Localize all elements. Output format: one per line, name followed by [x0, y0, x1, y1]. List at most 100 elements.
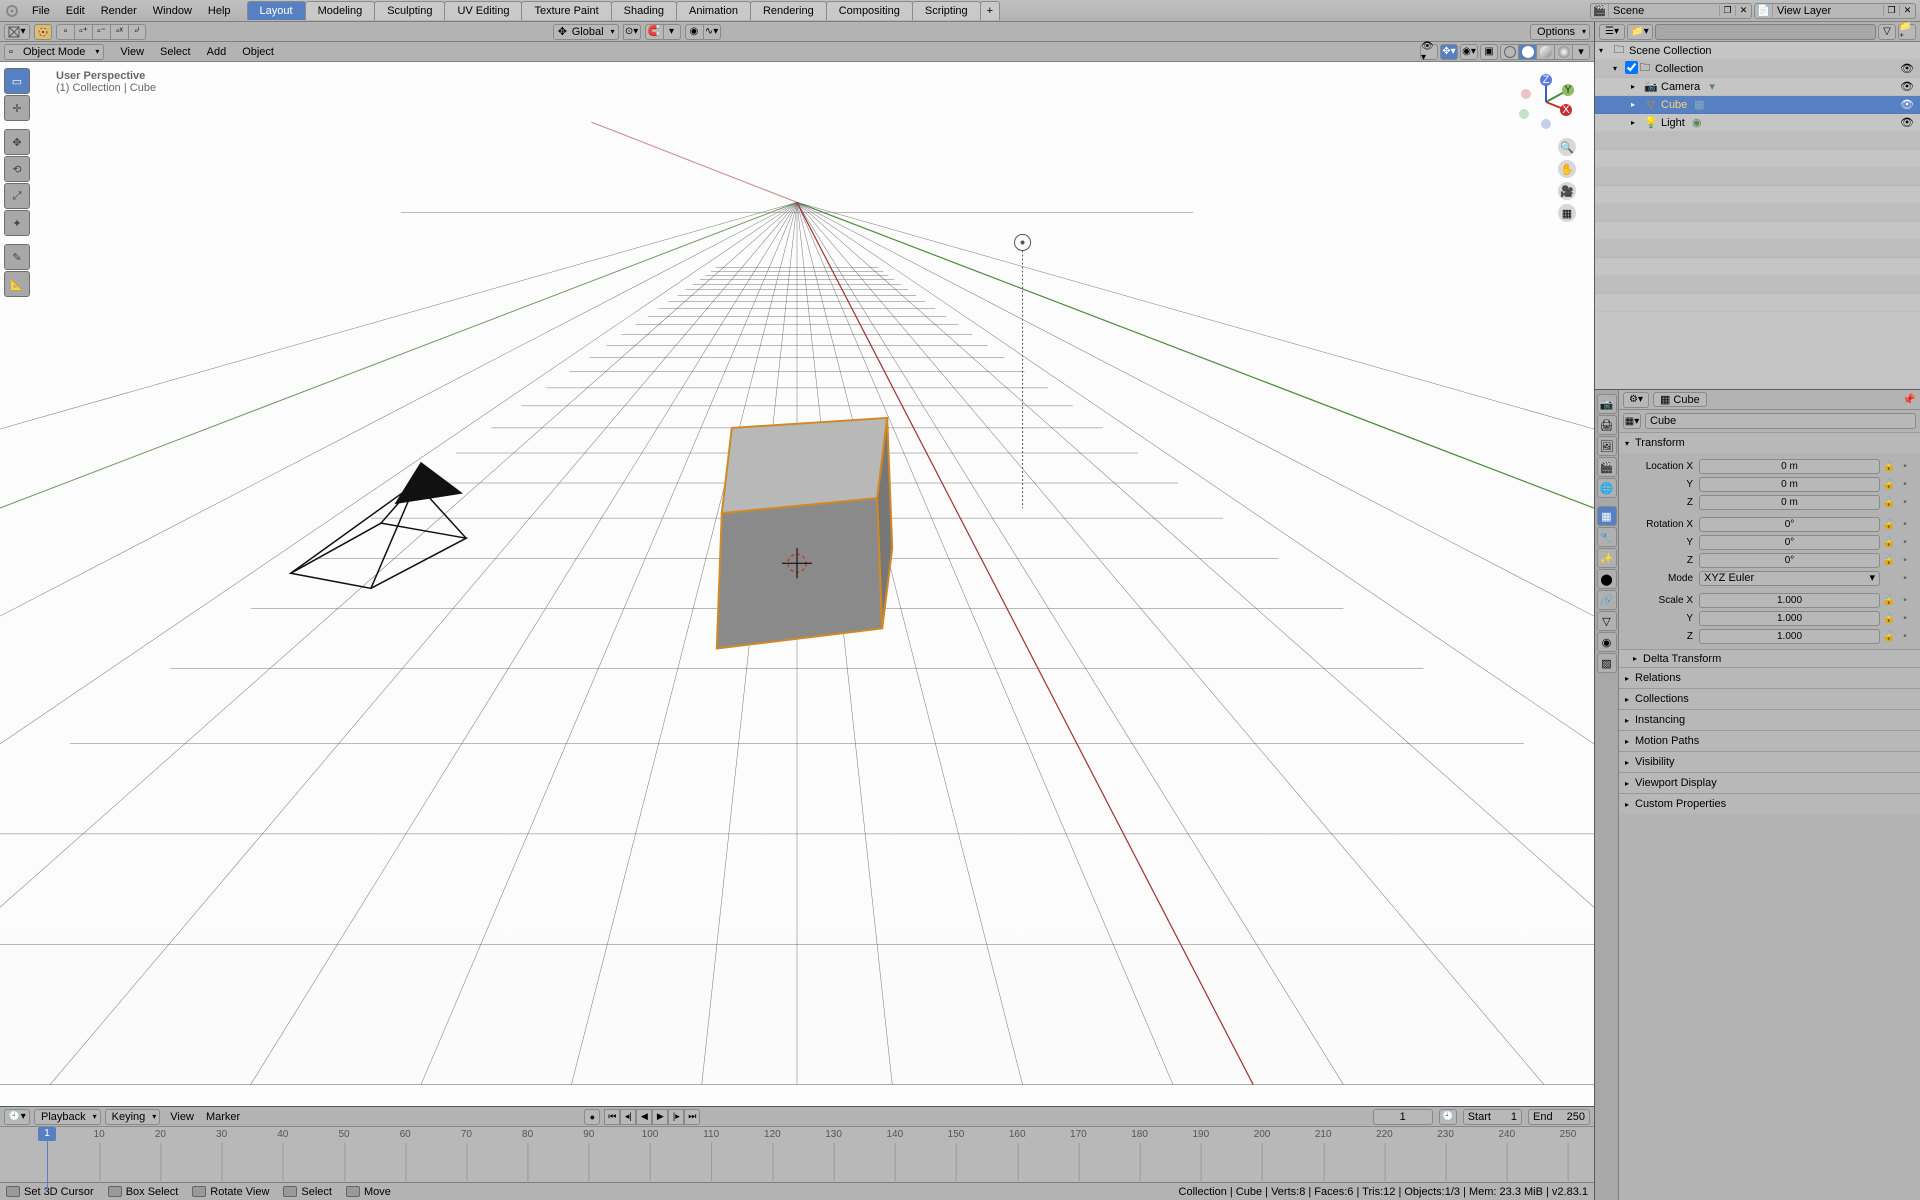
jump-start[interactable]: ⏮ — [604, 1109, 620, 1125]
show-gizmo[interactable]: ✥▾ — [1440, 44, 1458, 60]
visibility-toggle-icon[interactable]: 👁 — [1900, 98, 1914, 111]
menu-help[interactable]: Help — [200, 2, 239, 20]
outliner-filter[interactable]: ▽ — [1878, 24, 1896, 40]
viewlayer-name[interactable]: View Layer — [1773, 5, 1883, 17]
tab-constraints[interactable]: 🔗 — [1597, 590, 1617, 610]
rotation-z-field[interactable]: 0° — [1699, 553, 1880, 568]
tab-scene[interactable]: 🎬 — [1597, 457, 1617, 477]
visibility-toggle-icon[interactable]: 👁 — [1900, 80, 1914, 93]
properties-editor-type[interactable]: ⚙▾ — [1623, 392, 1649, 408]
tab-material[interactable]: ◉ — [1597, 632, 1617, 652]
autokey-toggle[interactable]: ● — [584, 1109, 600, 1125]
cube-object[interactable] — [717, 418, 892, 649]
snap-toggle[interactable]: 🧲 — [645, 24, 663, 40]
nav-zoom-icon[interactable]: 🔍 — [1558, 138, 1576, 156]
frame-start-field[interactable]: Start1 — [1463, 1109, 1522, 1125]
outliner-tree[interactable]: ▾🗀Scene Collection ▾🗀Collection 👁 ▸📷Came… — [1595, 42, 1920, 389]
current-frame-field[interactable]: 1 — [1373, 1109, 1433, 1125]
outliner-display-mode[interactable]: 📁▾ — [1627, 24, 1653, 40]
shading-options[interactable]: ▾ — [1572, 44, 1590, 60]
tool-measure[interactable]: 📐 — [4, 271, 30, 297]
lock-icon[interactable]: 🔓 — [1882, 593, 1896, 608]
keyframe-next[interactable]: |▸ — [668, 1109, 684, 1125]
viewlayer-new-button[interactable]: ❐ — [1883, 5, 1899, 16]
outliner-item-camera[interactable]: ▸📷Camera ▾ 👁 — [1595, 78, 1920, 96]
breadcrumb-object[interactable]: ▦Cube — [1653, 392, 1707, 407]
location-y-field[interactable]: 0 m — [1699, 477, 1880, 492]
timeline-playback-menu[interactable]: Playback — [34, 1109, 101, 1125]
use-preview-range[interactable]: 🕘 — [1439, 1109, 1457, 1125]
select-extend[interactable]: ▫⁺ — [74, 24, 92, 40]
proportional-toggle[interactable]: ◉ — [685, 24, 703, 40]
snap-options[interactable]: ▾ — [663, 24, 681, 40]
select-intersect[interactable]: ▫ˣ — [110, 24, 128, 40]
lock-icon[interactable]: 🔓 — [1882, 553, 1896, 568]
menu-edit[interactable]: Edit — [58, 2, 93, 20]
editor-type-selector[interactable]: ▾ — [4, 24, 30, 40]
workspace-texture-paint[interactable]: Texture Paint — [521, 1, 611, 20]
scale-y-field[interactable]: 1.000 — [1699, 611, 1880, 626]
nav-gizmo[interactable]: X Y Z — [1516, 72, 1576, 132]
scale-x-field[interactable]: 1.000 — [1699, 593, 1880, 608]
tab-render[interactable]: 📷 — [1597, 394, 1617, 414]
outliner-new-collection[interactable]: 📁⁺ — [1898, 24, 1916, 40]
lock-icon[interactable]: 🔓 — [1882, 535, 1896, 550]
outliner-collection[interactable]: ▾🗀Collection 👁 — [1595, 60, 1920, 78]
shading-material[interactable] — [1536, 44, 1554, 60]
show-selectability[interactable]: 👁▾ — [1420, 44, 1438, 60]
tool-move[interactable]: ✥ — [4, 129, 30, 155]
location-z-field[interactable]: 0 m — [1699, 495, 1880, 510]
3d-viewport[interactable]: ▭ ✛ ✥ ⟲ ⤢ ✦ ✎ 📐 User Perspective (1) Col… — [0, 62, 1594, 1106]
pivot-point[interactable]: ⊙▾ — [623, 24, 641, 40]
viewport-menu-view[interactable]: View — [112, 44, 152, 60]
lock-icon[interactable]: 🔓 — [1882, 459, 1896, 474]
workspace-scripting[interactable]: Scripting — [912, 1, 981, 20]
scene-selector[interactable]: 🎬 Scene ❐ ✕ — [1590, 3, 1752, 19]
visibility-toggle-icon[interactable]: 👁 — [1900, 116, 1914, 129]
frame-end-field[interactable]: End250 — [1528, 1109, 1590, 1125]
workspace-compositing[interactable]: Compositing — [826, 1, 913, 20]
scene-new-button[interactable]: ❐ — [1719, 5, 1735, 16]
shading-wireframe[interactable] — [1500, 44, 1518, 60]
workspace-uv-editing[interactable]: UV Editing — [444, 1, 522, 20]
object-name-field[interactable] — [1645, 413, 1916, 429]
timeline-editor-type[interactable]: 🕘▾ — [4, 1109, 30, 1125]
timeline-ruler[interactable]: 1 10203040506070809010011012013014015016… — [0, 1127, 1594, 1182]
keyframe-prev[interactable]: ◂| — [620, 1109, 636, 1125]
timeline-view-menu[interactable]: View — [164, 1109, 200, 1125]
tab-output[interactable]: 🖨 — [1597, 415, 1617, 435]
menu-window[interactable]: Window — [145, 2, 200, 20]
tab-viewlayer[interactable]: 🖼 — [1597, 436, 1617, 456]
lock-icon[interactable]: 🔓 — [1882, 477, 1896, 492]
select-invert[interactable]: ▫ⁱ — [128, 24, 146, 40]
outliner-item-light[interactable]: ▸💡Light ◉ 👁 — [1595, 114, 1920, 132]
select-subtract[interactable]: ▫⁻ — [92, 24, 110, 40]
viewlayer-delete-button[interactable]: ✕ — [1899, 5, 1915, 16]
rotation-y-field[interactable]: 0° — [1699, 535, 1880, 550]
lock-icon[interactable]: 🔓 — [1882, 517, 1896, 532]
tool-select-box[interactable]: ▭ — [4, 68, 30, 94]
workspace-modeling[interactable]: Modeling — [305, 1, 376, 20]
options-dropdown[interactable]: Options — [1530, 24, 1590, 40]
tool-transform[interactable]: ✦ — [4, 210, 30, 236]
lock-icon[interactable]: 🔓 — [1882, 495, 1896, 510]
lock-icon[interactable]: 🔓 — [1882, 629, 1896, 644]
panel-transform-header[interactable]: ▾Transform — [1619, 433, 1920, 453]
panel-visibility[interactable]: ▸Visibility — [1619, 752, 1920, 772]
location-x-field[interactable]: 0 m — [1699, 459, 1880, 474]
datablock-icon[interactable]: ▦▾ — [1623, 413, 1641, 429]
show-overlays[interactable]: ◉▾ — [1460, 44, 1478, 60]
tab-data[interactable]: ▽ — [1597, 611, 1617, 631]
panel-viewport-display[interactable]: ▸Viewport Display — [1619, 773, 1920, 793]
panel-instancing[interactable]: ▸Instancing — [1619, 710, 1920, 730]
panel-relations[interactable]: ▸Relations — [1619, 668, 1920, 688]
scene-delete-button[interactable]: ✕ — [1735, 5, 1751, 16]
shading-rendered[interactable] — [1554, 44, 1572, 60]
tool-annotate[interactable]: ✎ — [4, 244, 30, 270]
outliner-search[interactable] — [1655, 24, 1876, 40]
rotation-x-field[interactable]: 0° — [1699, 517, 1880, 532]
nav-pan-icon[interactable]: ✋ — [1558, 160, 1576, 178]
workspace-shading[interactable]: Shading — [611, 1, 677, 20]
menu-render[interactable]: Render — [93, 2, 145, 20]
scene-name[interactable]: Scene — [1609, 5, 1719, 17]
